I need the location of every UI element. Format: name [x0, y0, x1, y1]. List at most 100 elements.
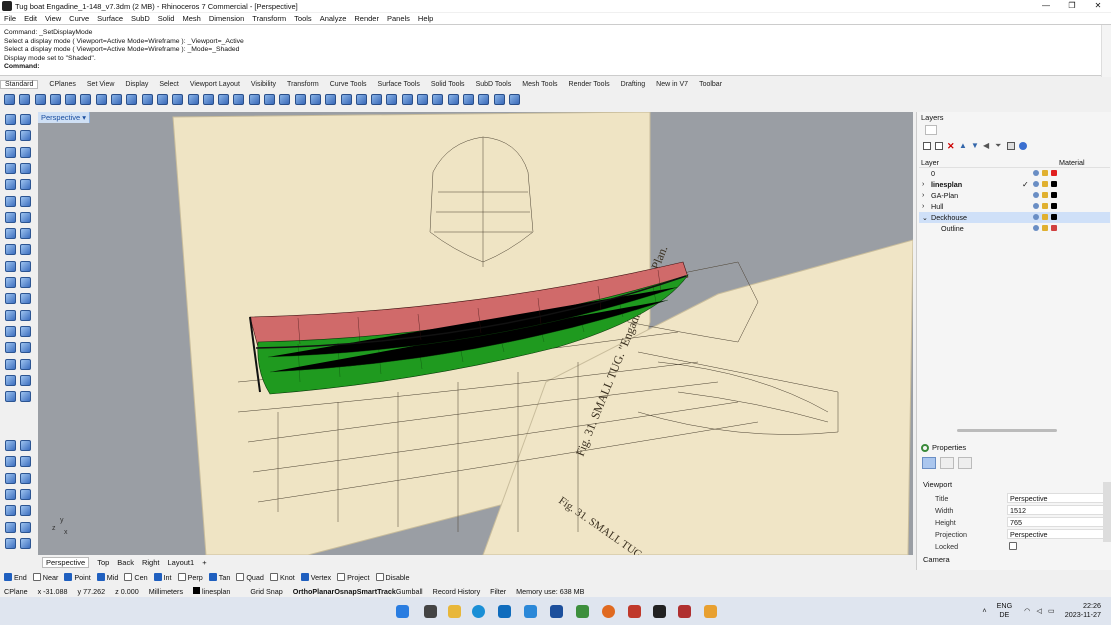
- toolbar-tool-icon[interactable]: [355, 93, 367, 105]
- layer-color-swatch[interactable]: [1051, 225, 1057, 231]
- toolbar-tab-viewport-layout[interactable]: Viewport Layout: [190, 81, 240, 88]
- toolbar-tab-solid-tools[interactable]: Solid Tools: [431, 81, 465, 88]
- lock-icon[interactable]: [1042, 170, 1048, 176]
- layer-row-0[interactable]: 0: [919, 168, 1110, 179]
- tray-overflow-icon[interactable]: ˄: [982, 606, 986, 615]
- units-label[interactable]: Millimeters: [149, 587, 183, 596]
- toolbar-tool-icon[interactable]: [417, 93, 429, 105]
- osnap-project[interactable]: Project: [337, 573, 370, 582]
- layer-row-ga-plan[interactable]: › GA-Plan: [919, 190, 1110, 201]
- left-tool-icon[interactable]: [20, 358, 31, 370]
- toolbar-tool-icon[interactable]: [309, 93, 321, 105]
- osnap-disable[interactable]: Disable: [375, 573, 409, 582]
- layer-color-swatch[interactable]: [1051, 170, 1057, 176]
- language-indicator[interactable]: ENG DE: [997, 601, 1013, 619]
- menu-help[interactable]: Help: [418, 14, 433, 23]
- toolbar-tab-surface-tools[interactable]: Surface Tools: [378, 81, 420, 88]
- toolbar-tab-select[interactable]: Select: [159, 81, 178, 88]
- menu-edit[interactable]: Edit: [24, 14, 37, 23]
- left-tool-icon[interactable]: [5, 391, 16, 403]
- left-tool-icon[interactable]: [5, 521, 16, 533]
- left-tool-icon[interactable]: [20, 260, 31, 272]
- lock-icon[interactable]: [1042, 192, 1048, 198]
- left-tool-icon[interactable]: [5, 195, 16, 207]
- cplane-label[interactable]: CPlane: [4, 587, 28, 596]
- osnap-point[interactable]: Point: [64, 573, 91, 582]
- osnap-checkbox[interactable]: [269, 573, 278, 581]
- menu-subd[interactable]: SubD: [131, 14, 150, 23]
- osnap-cen[interactable]: Cen: [124, 573, 148, 582]
- filter-icon[interactable]: ⏷: [995, 142, 1003, 150]
- prop-value[interactable]: Perspective: [1007, 529, 1110, 539]
- record-history-toggle[interactable]: Record History: [433, 587, 481, 596]
- toolbar-tool-icon[interactable]: [508, 93, 520, 105]
- left-tool-icon[interactable]: [20, 114, 31, 125]
- maximize-button[interactable]: ❐: [1059, 0, 1085, 12]
- left-tool-icon[interactable]: [5, 244, 16, 256]
- perspective-viewport[interactable]: Fig. 31. SMALL TUG. "Engadine" Lines Pla…: [38, 112, 913, 555]
- toolbar-tool-icon[interactable]: [218, 93, 230, 105]
- osnap-checkbox[interactable]: [124, 573, 133, 581]
- viewport-title-tab[interactable]: Perspective ▾: [38, 112, 91, 123]
- left-tool-icon[interactable]: [20, 277, 31, 288]
- left-tool-icon[interactable]: [20, 309, 31, 321]
- toolbar-tool-icon[interactable]: [233, 93, 245, 105]
- left-tool-icon[interactable]: [5, 130, 16, 142]
- left-tool-icon[interactable]: [5, 228, 16, 240]
- toolbar-tool-icon[interactable]: [65, 93, 77, 105]
- left-tool-icon[interactable]: [5, 211, 16, 223]
- expand-icon[interactable]: ›: [922, 192, 930, 199]
- toolbar-tab-display[interactable]: Display: [125, 81, 148, 88]
- toolbar-tab-render-tools[interactable]: Render Tools: [569, 81, 610, 88]
- left-tool-icon[interactable]: [20, 195, 31, 207]
- osnap-knot[interactable]: Knot: [269, 573, 295, 582]
- osnap-checkbox[interactable]: [32, 573, 41, 581]
- viewport-tab-perspective[interactable]: Perspective: [42, 556, 90, 568]
- left-tool-icon[interactable]: [5, 374, 16, 386]
- osnap-checkbox[interactable]: [375, 573, 384, 581]
- osnap-checkbox[interactable]: [4, 573, 12, 581]
- left-tool-icon[interactable]: [5, 342, 16, 354]
- viewport-tab-top[interactable]: Top: [97, 558, 109, 567]
- lock-icon[interactable]: [1042, 225, 1048, 231]
- left-tool-icon[interactable]: [5, 472, 16, 484]
- teams-icon[interactable]: [498, 605, 511, 618]
- left-tool-icon[interactable]: [5, 114, 16, 125]
- left-tool-icon[interactable]: [5, 309, 16, 321]
- lock-icon[interactable]: [1042, 214, 1048, 220]
- expand-icon[interactable]: ›: [922, 181, 930, 188]
- toolbar-tool-icon[interactable]: [447, 93, 459, 105]
- layer-row-outline[interactable]: Outline: [919, 223, 1110, 234]
- osnap-int[interactable]: Int: [153, 573, 172, 582]
- new-layer-icon[interactable]: [923, 142, 931, 150]
- current-layer-check-icon[interactable]: ✓: [1022, 180, 1029, 189]
- menu-panels[interactable]: Panels: [387, 14, 410, 23]
- wallpaper-properties-tab-icon[interactable]: [958, 457, 972, 469]
- outlook-icon[interactable]: [524, 605, 537, 618]
- app2-icon[interactable]: [678, 605, 691, 618]
- toolbar-tool-icon[interactable]: [401, 93, 413, 105]
- prop-value[interactable]: 1512: [1007, 505, 1110, 515]
- menu-transform[interactable]: Transform: [252, 14, 286, 23]
- clock[interactable]: 22:26 2023-11-27: [1065, 601, 1101, 619]
- osnap-end[interactable]: End: [4, 573, 27, 582]
- toolbar-tool-icon[interactable]: [340, 93, 352, 105]
- toolbar-tool-icon[interactable]: [49, 93, 61, 105]
- firefox-icon[interactable]: [602, 605, 615, 618]
- left-tool-icon[interactable]: [20, 211, 31, 223]
- planar-toggle[interactable]: Planar: [312, 587, 334, 596]
- left-tool-icon[interactable]: [20, 521, 31, 533]
- osnap-checkbox[interactable]: [300, 573, 309, 581]
- add-viewport-tab-icon[interactable]: +: [202, 558, 206, 567]
- expand-icon[interactable]: ⌄: [922, 214, 930, 222]
- left-tool-icon[interactable]: [5, 325, 16, 337]
- osnap-quad[interactable]: Quad: [236, 573, 264, 582]
- osnap-perp[interactable]: Perp: [177, 573, 203, 582]
- visibility-bulb-icon[interactable]: [1033, 225, 1039, 231]
- smarttrack-toggle[interactable]: SmartTrack: [357, 587, 396, 596]
- menu-analyze[interactable]: Analyze: [320, 14, 347, 23]
- visibility-bulb-icon[interactable]: [1033, 170, 1039, 176]
- left-tool-icon[interactable]: [5, 505, 16, 517]
- left-tool-icon[interactable]: [20, 130, 31, 142]
- left-tool-icon[interactable]: [20, 505, 31, 517]
